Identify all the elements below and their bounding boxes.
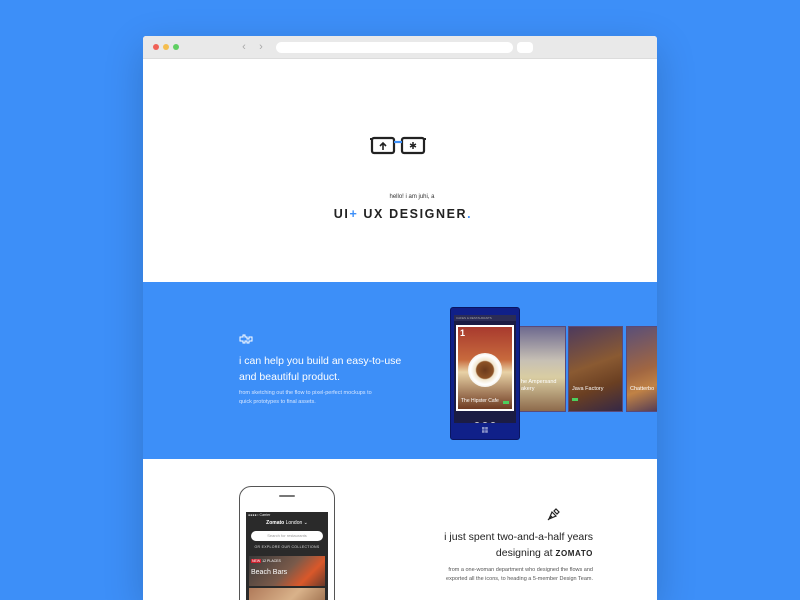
puzzle-icon [239,334,253,344]
coffee-cup-image [468,353,502,387]
cafe-card-ampersand: he Ampersand akery [517,326,566,412]
address-bar-button[interactable] [517,42,533,53]
ip-status-bar: ●●●●○ Carrier [248,513,271,517]
experience-description: from a one-woman department who designed… [363,566,593,584]
ip-city: London ⌄ [284,520,308,526]
experience-heading-prefix: designing at [495,547,556,559]
wp-info-icon [490,422,496,423]
card-number: 1 [460,328,466,338]
ip-card-new-badge: NEW [251,559,262,563]
title-rest: UX DESIGNER [358,207,468,221]
back-arrow-icon[interactable]: ‹ [239,40,249,54]
windows-phone-screen: CAFES & RESTAURANTS 1 The Hipster Cafe [454,315,516,423]
services-heading: i can help you build an easy-to-use and … [239,353,429,385]
cafe-card-caption: Chatterbo [630,386,655,392]
iphone-screen: ●●●●○ Carrier Zomato London ⌄ Search for… [246,512,328,600]
services-section: i can help you build an easy-to-use and … [143,282,657,459]
cafe-card-caption-line1: he Ampersand [521,379,557,385]
cafe-card-badge [572,398,578,401]
iphone-speaker [279,495,295,497]
cafe-card-hipster: 1 The Hipster Cafe [456,325,514,411]
ip-card-tag: NEW 12 PLACES [251,559,281,563]
wp-app-bar [454,415,516,423]
cafe-card-caption: The Hipster Cafe [461,398,499,404]
ip-collections-label: OR EXPLORE OUR COLLECTIONS [254,545,320,549]
cafe-card-caption: Java Factory [572,386,604,392]
experience-heading: i just spent two-and-a-half years design… [373,529,593,562]
maximize-window-dot[interactable] [173,44,179,50]
intro-text: hello! i am juhi, a [389,194,435,200]
browser-window: ‹ › hello! i am juhi, a UI+ UX DESIGNER.… [143,36,657,600]
experience-heading-line1: i just spent two-and-a-half years [444,531,593,543]
forward-arrow-icon[interactable]: › [256,40,266,54]
services-description-line2: quick prototypes to final assets. [239,399,316,405]
glasses-logo-icon [370,136,426,155]
wp-pin-icon [482,422,488,423]
pen-nib-icon [547,508,560,521]
cafe-card-chatterbox: Chatterbo [626,326,657,412]
experience-description-line2: exported all the icons, to heading a 5-m… [446,576,593,582]
experience-section: ●●●●○ Carrier Zomato London ⌄ Search for… [143,459,657,600]
wp-topbar: CAFES & RESTAURANTS [454,315,516,321]
cafe-card-caption-line2: akery [521,386,535,392]
services-description: from sketching out the flow to pixel-per… [239,389,419,407]
title-ui: UI [333,207,350,221]
wp-call-icon [474,422,480,423]
title-period: . [467,207,473,221]
minimize-window-dot[interactable] [163,44,169,50]
services-heading-line2: and beautiful product. [239,371,340,383]
windows-phone-mockup: CAFES & RESTAURANTS 1 The Hipster Cafe [450,307,520,440]
close-window-dot[interactable] [153,44,159,50]
ip-collection-card: NEW 12 PLACES Beach Bars [249,556,325,586]
ip-app-title: Zomato London ⌄ [246,520,328,526]
experience-description-line1: from a one-woman department who designed… [448,567,593,573]
address-bar[interactable] [276,42,513,53]
cafe-card-java-factory: Java Factory [568,326,623,412]
ip-card-name: Beach Bars [251,569,288,576]
experience-heading-line2: designing at ZOMATO [373,545,593,562]
ip-card-places: 12 PLACES [262,559,281,563]
cafe-card-badge [503,401,509,404]
cafe-card-caption: he Ampersand akery [521,379,556,393]
ip-search-input: Search for restaurants [251,531,323,541]
services-description-line1: from sketching out the flow to pixel-per… [239,390,372,396]
hero-section: hello! i am juhi, a UI+ UX DESIGNER. [143,59,657,282]
services-heading-line1: i can help you build an easy-to-use [239,355,402,367]
ip-brand: Zomato [266,520,285,526]
zomato-brand: ZOMATO [555,549,593,558]
ip-collection-card-2 [249,588,325,600]
windows-logo-icon [482,427,488,433]
iphone-mockup: ●●●●○ Carrier Zomato London ⌄ Search for… [239,486,335,600]
browser-toolbar: ‹ › [143,36,657,59]
page-title: UI+ UX DESIGNER. [143,207,657,221]
